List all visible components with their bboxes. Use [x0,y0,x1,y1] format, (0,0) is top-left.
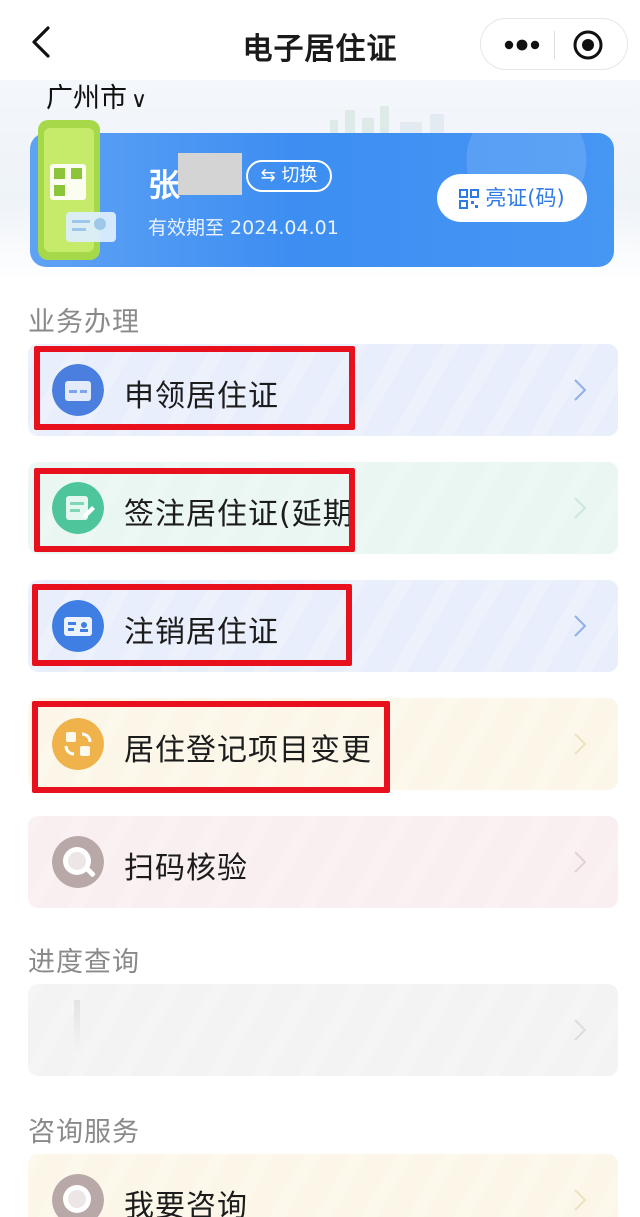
chevron-right-icon [574,379,587,401]
switch-card-button[interactable]: ⇆ 切换 [246,160,332,192]
magnifier-scan-icon [52,836,104,888]
faded-placeholder-mark [74,1000,80,1056]
nav-bar: 电子居住证 [0,0,640,86]
phone-card-icon [38,120,116,260]
mini-program-capsule [480,18,628,70]
qr-code-icon [459,189,480,209]
highlight-box-cancel [32,584,352,666]
more-button[interactable] [499,29,545,61]
validity-date: 有效期至 2024.04.01 [148,217,339,239]
chevron-right-icon [574,615,587,637]
chevron-right-icon [574,497,587,519]
highlight-box-change [32,701,390,793]
section-title-consult: 咨询服务 [28,1117,140,1148]
section-title-business: 业务办理 [28,307,140,338]
chevron-right-icon [574,1019,587,1041]
chevron-right-icon [574,1189,587,1211]
highlight-box-apply [34,346,355,430]
chevron-down-icon: ∨ [131,88,148,113]
chevron-right-icon [574,733,587,755]
magnifier-consult-icon [52,1174,104,1217]
section-title-progress: 进度查询 [28,947,140,978]
capsule-divider [554,31,555,59]
list-item-progress-query[interactable] [28,984,618,1076]
city-name: 广州市 [46,83,127,114]
show-permit-code-button[interactable]: 亮证(码) [437,174,587,222]
row-pattern [28,816,618,908]
holder-name: 张 [148,166,181,204]
target-icon [573,30,603,60]
close-mini-program-button[interactable] [571,28,605,62]
highlight-box-endorse [34,468,355,552]
more-dots-icon [504,39,540,51]
chevron-right-icon [574,851,587,873]
list-item-label: 扫码核验 [124,851,248,886]
list-item-consult[interactable]: 我要咨询 [28,1154,618,1217]
list-item-scan-verify[interactable]: 扫码核验 [28,816,618,908]
show-permit-label: 亮证(码) [485,186,565,210]
redacted-name-block [178,153,242,195]
city-selector[interactable]: 广州市 ∨ [46,76,147,115]
row-pattern [28,984,618,1076]
row-pattern [28,1154,618,1217]
list-item-label: 我要咨询 [124,1189,248,1217]
